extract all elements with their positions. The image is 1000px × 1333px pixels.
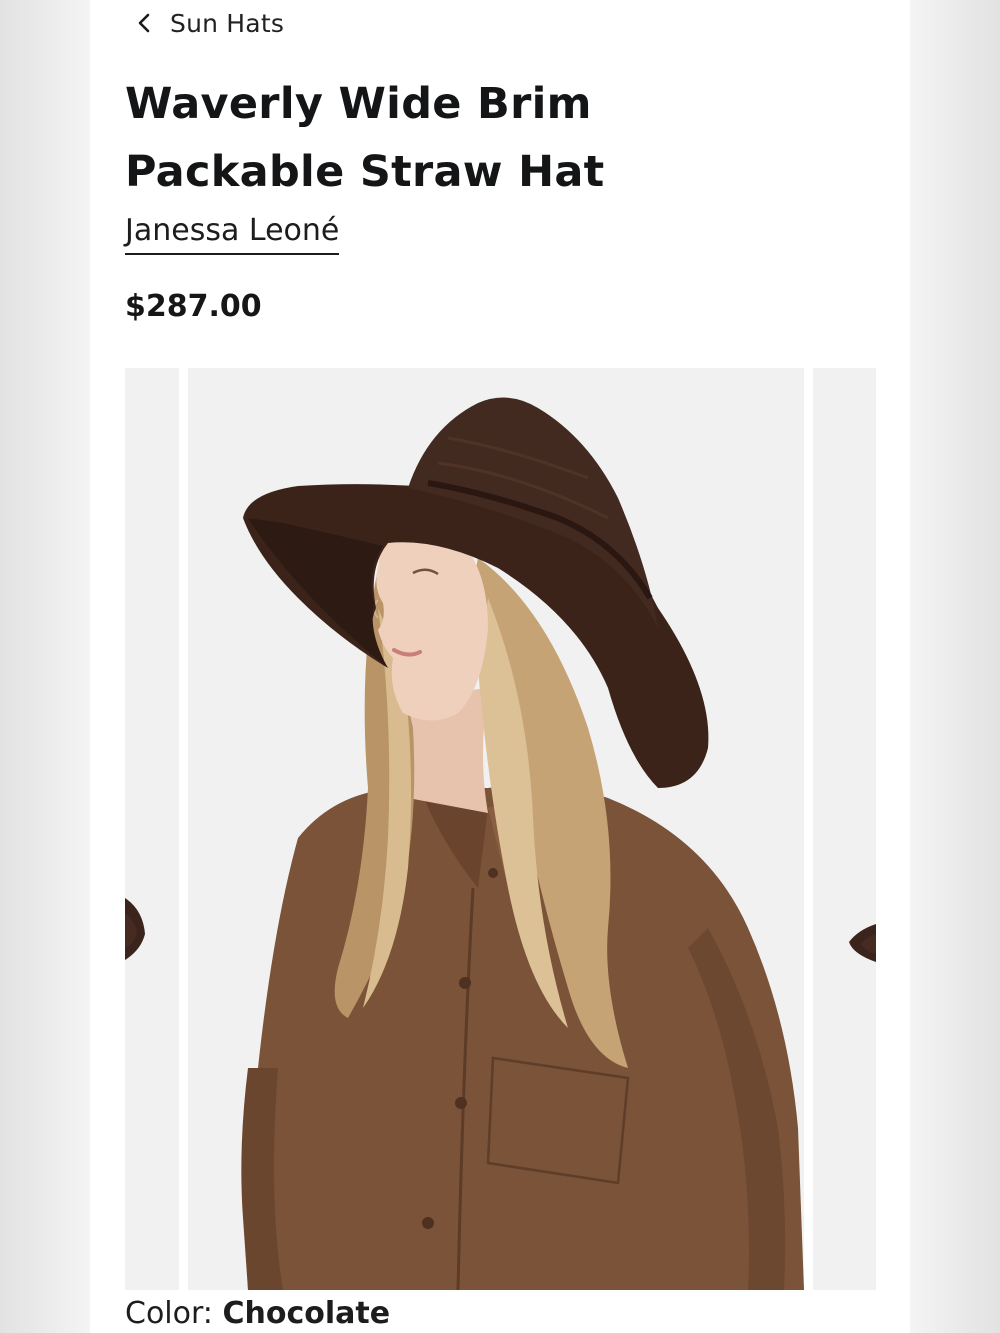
back-to-category-link[interactable]: Sun Hats <box>134 4 284 42</box>
color-value: Chocolate <box>222 1296 391 1331</box>
previous-image-hat-fragment <box>125 898 145 960</box>
model-wearing-hat-photo <box>188 368 804 1290</box>
main-product-image[interactable] <box>188 368 804 1290</box>
color-label: Color: <box>125 1296 213 1331</box>
brand-link[interactable]: Janessa Leoné <box>125 212 340 255</box>
color-selection: Color: Chocolate <box>125 1296 390 1331</box>
chevron-left-icon <box>138 13 150 33</box>
product-page: Sun Hats Waverly Wide Brim Packable Stra… <box>90 0 910 1333</box>
previous-product-image[interactable] <box>125 368 179 1290</box>
next-product-image[interactable] <box>813 368 876 1290</box>
back-link-label: Sun Hats <box>170 8 285 38</box>
product-title: Waverly Wide Brim Packable Straw Hat <box>125 79 605 197</box>
product-image-carousel[interactable] <box>125 368 876 1290</box>
app-viewport: Sun Hats Waverly Wide Brim Packable Stra… <box>0 0 1000 1333</box>
product-price: $287.00 <box>125 289 262 324</box>
next-image-hat-fragment <box>849 924 876 962</box>
